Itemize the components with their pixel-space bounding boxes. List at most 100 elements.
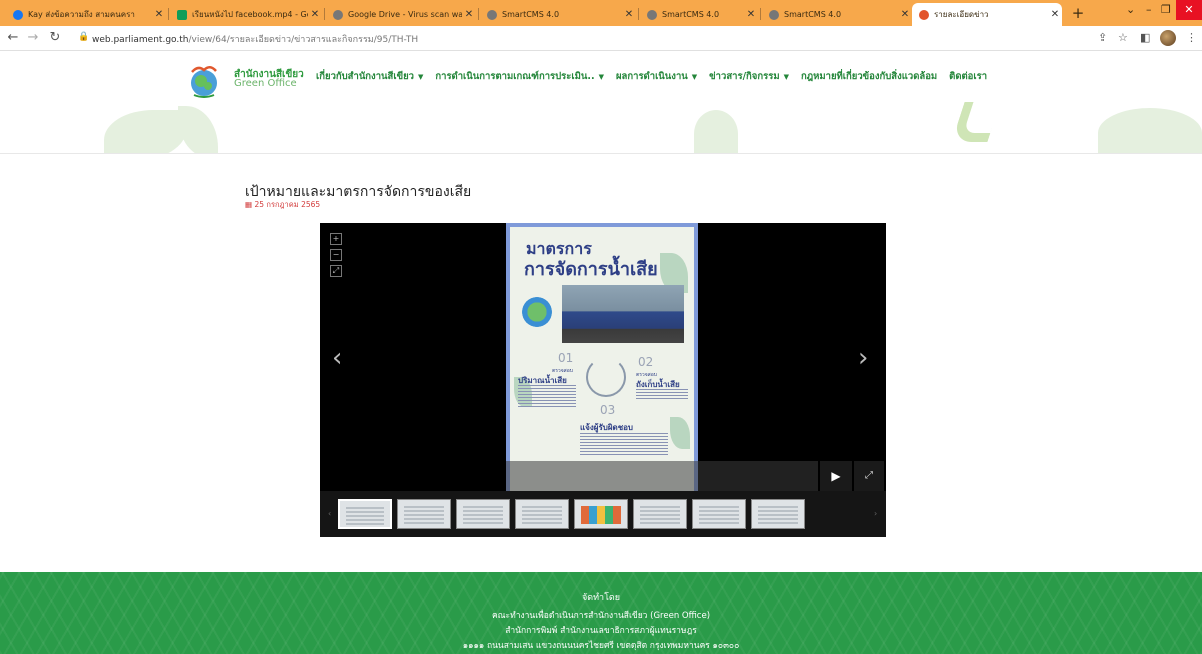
- reload-icon[interactable]: ↻: [46, 30, 64, 45]
- nav-item-news[interactable]: ข่าวสาร/กิจกรรม ▼: [709, 69, 789, 84]
- caret-down-icon: ▼: [691, 73, 698, 81]
- caret-down-icon: ▼: [783, 73, 789, 81]
- browser-tab[interactable]: SmartCMS 4.0 ✕: [640, 3, 758, 26]
- green-office-logo[interactable]: [186, 64, 222, 98]
- close-window-button[interactable]: ✕: [1176, 0, 1202, 20]
- date-text: 25 กรกฎาคม 2565: [254, 200, 321, 209]
- forward-arrow-icon[interactable]: →: [24, 30, 42, 45]
- nav-item-label: ข่าวสาร/กิจกรรม: [709, 71, 780, 82]
- site-favicon-icon: [919, 9, 929, 20]
- browser-tab[interactable]: SmartCMS 4.0 ✕: [480, 3, 636, 26]
- globe-icon: [333, 9, 343, 20]
- thumbnail-content: [699, 506, 739, 524]
- thumbnail-content: [758, 506, 798, 524]
- browser-tab[interactable]: เรียนหนังไป facebook.mp4 - Googl ✕: [170, 3, 322, 26]
- lock-icon[interactable]: 🔒: [78, 32, 89, 42]
- close-tab-icon[interactable]: ✕: [1048, 9, 1062, 20]
- close-tab-icon[interactable]: ✕: [898, 9, 912, 20]
- site-header: สำนักงานสีเขียว Green Office เกี่ยวกับสำ…: [0, 52, 1202, 154]
- nav-item-laws[interactable]: กฎหมายที่เกี่ยวข้องกับสิ่งแวดล้อม: [801, 69, 937, 84]
- tab-divider: [478, 8, 479, 20]
- leaf-decoration: [951, 102, 1001, 142]
- site-footer: จัดทำโดย คณะทำงานเพื่อดำเนินการสำนักงานส…: [0, 572, 1202, 654]
- address-toolbar: ← → ↻ 🔒 web.parliament.go.th/view/64/ราย…: [0, 26, 1202, 51]
- thumbnail[interactable]: [456, 499, 510, 529]
- new-tab-button[interactable]: +: [1068, 3, 1088, 23]
- footer-heading: จัดทำโดย: [581, 593, 621, 603]
- close-tab-icon[interactable]: ✕: [622, 9, 636, 20]
- thumbnail-content: [522, 506, 562, 524]
- nav-item-assessment[interactable]: การดำเนินการตามเกณฑ์การประเมิน.. ▼: [435, 69, 604, 84]
- thumbnail-prev-icon[interactable]: ‹: [328, 509, 331, 518]
- step-description: [518, 385, 576, 407]
- tab-divider: [324, 8, 325, 20]
- caret-down-icon: ▼: [598, 73, 604, 81]
- side-panel-icon[interactable]: ◧: [1140, 31, 1150, 44]
- browser-tab-active[interactable]: รายละเอียดข่าว ✕: [912, 3, 1062, 26]
- browser-tab-bar: Kay ส่งข้อความถึง สามคนครา ✕ เรียนหนังไป…: [0, 0, 1202, 26]
- leaf-decoration: [670, 417, 690, 449]
- browser-tab[interactable]: SmartCMS 4.0 ✕: [762, 3, 912, 26]
- thumbnail[interactable]: [515, 499, 569, 529]
- share-icon[interactable]: ⇪: [1098, 31, 1107, 44]
- thumbnail-next-icon[interactable]: ›: [874, 509, 877, 518]
- step-number: 02: [638, 355, 654, 369]
- nav-item-contact[interactable]: ติดต่อเรา: [949, 69, 987, 84]
- footer-line: คณะทำงานเพื่อดำเนินการสำนักงานสีเขียว (G…: [491, 611, 711, 621]
- image-gallery-viewer: + − ⤢ ‹ › มาตรการ การจัดการน้ำเสีย 01 ตร…: [320, 223, 886, 537]
- leaf-decoration: [694, 110, 738, 153]
- menu-kebab-icon[interactable]: ⋮: [1186, 31, 1197, 44]
- poster-title-line2: การจัดการน้ำเสีย: [524, 259, 658, 280]
- play-slideshow-button[interactable]: ▶: [820, 461, 852, 491]
- tab-title: รายละเอียดข่าว: [934, 10, 989, 19]
- globe-icon: [647, 9, 657, 20]
- nav-item-about[interactable]: เกี่ยวกับสำนักงานสีเขียว ▼: [316, 69, 423, 84]
- tab-title: Kay ส่งข้อความถึง สามคนครา: [28, 10, 135, 19]
- bookmark-star-icon[interactable]: ☆: [1118, 31, 1128, 44]
- thumbnail-content: [463, 506, 503, 524]
- restore-button[interactable]: ❐: [1161, 3, 1171, 16]
- thumbnail[interactable]: [397, 499, 451, 529]
- nav-item-label: ติดต่อเรา: [949, 71, 988, 82]
- slide-image: มาตรการ การจัดการน้ำเสีย 01 ตรวจสอบ ปริม…: [506, 223, 698, 491]
- nav-item-results[interactable]: ผลการดำเนินงาน ▼: [616, 69, 697, 84]
- tab-divider: [638, 8, 639, 20]
- fullscreen-button[interactable]: ⤢: [854, 461, 884, 491]
- nav-item-label: เกี่ยวกับสำนักงานสีเขียว: [316, 71, 414, 82]
- step-description: [636, 389, 688, 401]
- slide-caption-bar: [506, 461, 818, 491]
- next-slide-arrow-icon[interactable]: ›: [858, 343, 868, 373]
- thumbnail-content: [404, 506, 444, 524]
- back-arrow-icon[interactable]: ←: [4, 30, 22, 45]
- thumbnail[interactable]: [574, 499, 628, 529]
- url-host: web.parliament.go.th: [92, 35, 189, 45]
- url-text: web.parliament.go.th/view/64/รายละเอียดข…: [92, 32, 418, 46]
- tab-title: SmartCMS 4.0: [662, 10, 720, 19]
- thumbnail[interactable]: [633, 499, 687, 529]
- minimize-button[interactable]: –: [1146, 3, 1152, 16]
- facebook-icon: [13, 9, 23, 20]
- logo-subtitle[interactable]: Green Office: [234, 78, 297, 89]
- close-tab-icon[interactable]: ✕: [462, 9, 476, 20]
- browser-tab[interactable]: Google Drive - Virus scan warnin ✕: [326, 3, 476, 26]
- tab-search-icon[interactable]: ⌄: [1126, 3, 1135, 16]
- profile-avatar[interactable]: [1160, 30, 1176, 46]
- caret-down-icon: ▼: [417, 73, 424, 81]
- zoom-out-button[interactable]: −: [330, 249, 342, 261]
- previous-slide-arrow-icon[interactable]: ‹: [332, 343, 342, 373]
- thumbnail[interactable]: [751, 499, 805, 529]
- url-path: /view/64/รายละเอียดข่าว/ข่าวสารและกิจกรร…: [188, 35, 419, 45]
- browser-tab[interactable]: Kay ส่งข้อความถึง สามคนครา ✕: [6, 3, 166, 26]
- poster: มาตรการ การจัดการน้ำเสีย 01 ตรวจสอบ ปริม…: [510, 227, 694, 491]
- nav-item-label: กฎหมายที่เกี่ยวข้องกับสิ่งแวดล้อม: [800, 71, 938, 82]
- thumbnail[interactable]: [338, 499, 392, 529]
- globe-icon: [487, 9, 497, 20]
- tab-title: SmartCMS 4.0: [502, 10, 560, 19]
- url-field[interactable]: 🔒 web.parliament.go.th/view/64/รายละเอีย…: [76, 29, 1086, 48]
- zoom-reset-button[interactable]: ⤢: [330, 265, 342, 277]
- close-tab-icon[interactable]: ✕: [152, 9, 166, 20]
- close-tab-icon[interactable]: ✕: [308, 9, 322, 20]
- zoom-in-button[interactable]: +: [330, 233, 342, 245]
- thumbnail[interactable]: [692, 499, 746, 529]
- close-tab-icon[interactable]: ✕: [744, 9, 758, 20]
